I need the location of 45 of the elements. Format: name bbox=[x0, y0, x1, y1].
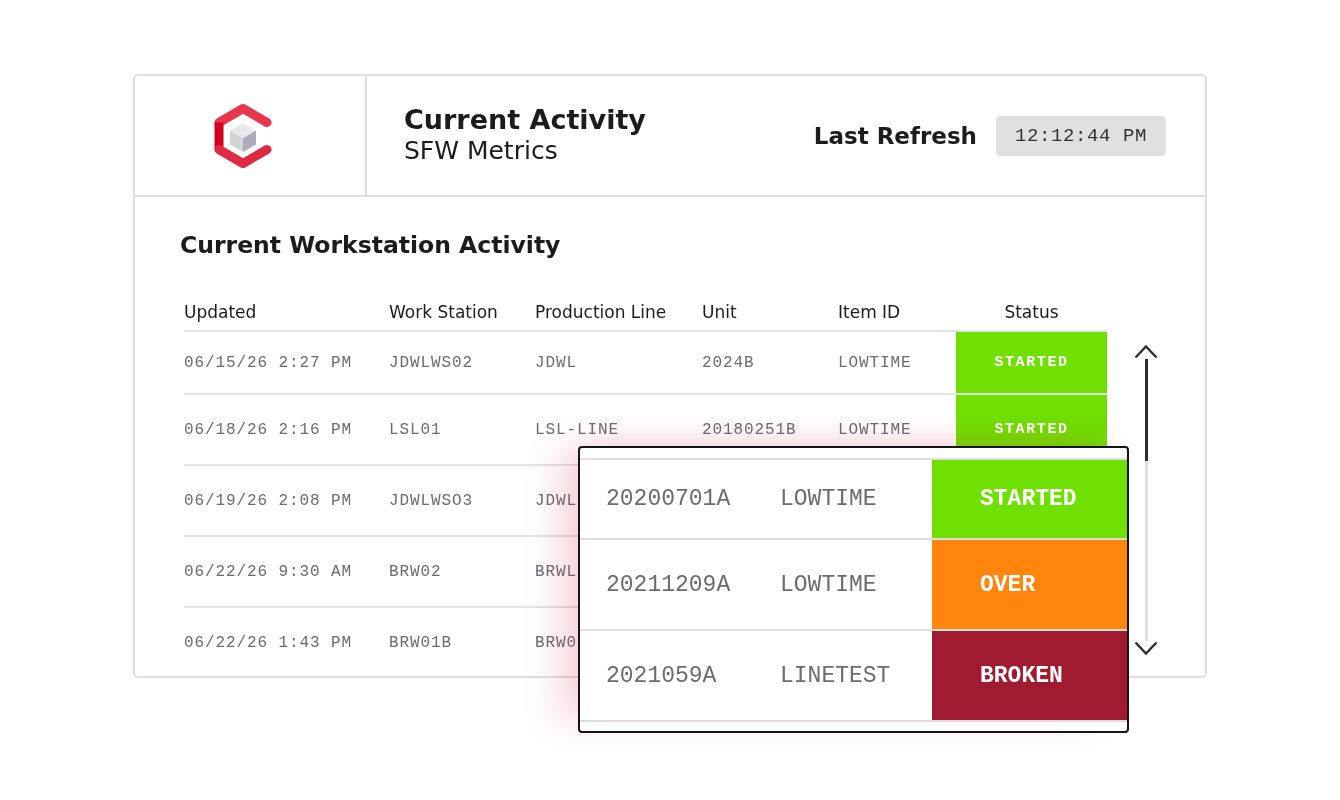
page-title: Current Activity bbox=[404, 102, 646, 136]
table-cell: JDWL bbox=[535, 491, 577, 510]
column-header: Updated bbox=[184, 301, 258, 322]
refresh-time-display: 12:12:44 PM bbox=[995, 115, 1166, 156]
column-header: Status bbox=[1004, 301, 1059, 322]
table-cell: JDWLWS02 bbox=[389, 353, 473, 372]
scroll-track[interactable] bbox=[1144, 359, 1148, 641]
cube-logo-icon bbox=[214, 102, 272, 169]
scroll-thumb[interactable] bbox=[1144, 359, 1148, 461]
table-cell: 20211209A bbox=[606, 571, 731, 598]
table-cell: JDWL bbox=[535, 353, 577, 372]
table-cell: LSL01 bbox=[389, 420, 442, 439]
column-header: Production Line bbox=[535, 301, 668, 322]
table-cell: 2021059A bbox=[606, 662, 717, 689]
table-cell: LOWTIME bbox=[838, 420, 912, 439]
status-cell: BROKEN bbox=[932, 631, 1127, 720]
chevron-down-icon[interactable] bbox=[1134, 641, 1158, 655]
table-cell: 06/22/26 1:43 PM bbox=[184, 633, 353, 652]
table-cell: BRW02 bbox=[389, 562, 442, 581]
table-cell: 06/19/26 2:08 PM bbox=[184, 491, 353, 510]
status-cell: STARTED bbox=[956, 332, 1107, 393]
table-cell: LOWTIME bbox=[838, 353, 912, 372]
column-header: Work Station bbox=[389, 301, 499, 322]
table-cell: BRW0 bbox=[535, 633, 577, 652]
table-cell: BRWL bbox=[535, 562, 577, 581]
chevron-up-icon[interactable] bbox=[1134, 345, 1158, 359]
table-cell: 06/22/26 9:30 AM bbox=[184, 562, 353, 581]
table-cell: 20180251B bbox=[702, 420, 797, 439]
table-cell: LOWTIME bbox=[780, 486, 877, 512]
table-cell: 20200701A bbox=[606, 486, 731, 512]
status-cell: OVER bbox=[932, 540, 1127, 629]
table-cell: 06/15/26 2:27 PM bbox=[184, 353, 353, 372]
table-cell: 2024B bbox=[702, 353, 755, 372]
table-cell: LINETEST bbox=[780, 662, 891, 689]
column-header: Item ID bbox=[838, 301, 902, 322]
table-cell: BRW01B bbox=[389, 633, 452, 652]
status-cell: STARTED bbox=[932, 460, 1127, 538]
refresh-label: Last Refresh bbox=[813, 122, 977, 149]
table-cell: 06/18/26 2:16 PM bbox=[184, 420, 353, 439]
table-cell: JDWLWSO3 bbox=[389, 491, 473, 510]
page-subtitle: SFW Metrics bbox=[404, 135, 559, 165]
table-cell: LSL-LINE bbox=[535, 420, 619, 439]
table-cell: LOWTIME bbox=[780, 571, 877, 598]
column-header: Unit bbox=[702, 301, 738, 322]
section-title: Current Workstation Activity bbox=[180, 231, 561, 259]
